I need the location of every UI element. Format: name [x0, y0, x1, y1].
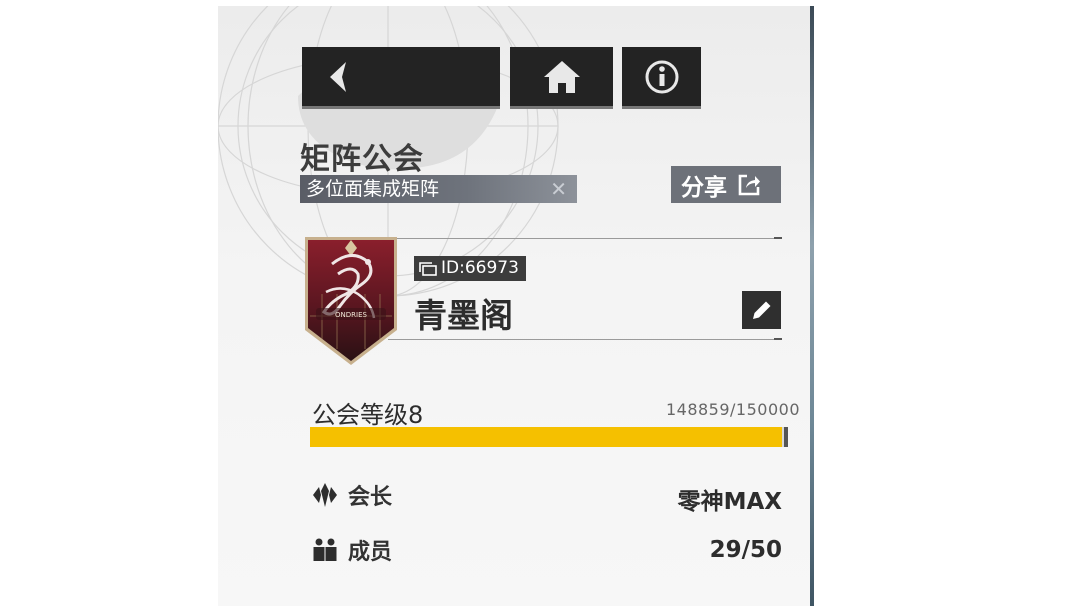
guild-level-label: 公会等级8: [312, 401, 424, 429]
home-icon: [543, 60, 580, 93]
guild-tag-text: 多位面集成矩阵: [306, 178, 440, 200]
progress-end-cap: [784, 427, 788, 447]
guild-exp-progress: [310, 427, 788, 447]
guild-emblem: ONDRIES: [305, 237, 397, 365]
guild-tag: 多位面集成矩阵 ✕: [300, 175, 577, 203]
copy-icon: [419, 261, 437, 276]
share-button[interactable]: 分享: [671, 166, 781, 203]
guild-id-text: ID:66973: [441, 258, 519, 278]
members-label: 成员: [348, 540, 393, 565]
info-button[interactable]: [622, 47, 701, 109]
share-icon: [738, 174, 760, 195]
close-icon: ✕: [550, 177, 567, 201]
divider-bottom: [388, 338, 782, 340]
guild-type-title: 矩阵公会: [300, 142, 424, 177]
emblem-text: ONDRIES: [335, 311, 367, 319]
members-value: 29/50: [709, 537, 782, 563]
leader-icon: [313, 483, 337, 507]
members-icon: [313, 538, 337, 561]
guild-id-badge: ID:66973: [414, 256, 526, 281]
guild-exp-fill: [310, 427, 783, 447]
guild-exp-text: 148859/150000: [665, 400, 800, 419]
back-button[interactable]: [302, 47, 500, 109]
share-label: 分享: [681, 174, 727, 201]
members-row: 成员: [312, 535, 392, 565]
leader-row: 会长: [312, 480, 392, 510]
edit-name-button[interactable]: [742, 291, 781, 329]
guild-info-panel: 矩阵公会 多位面集成矩阵 ✕ 分享 ONDRIES ID:66973 青墨阁 公…: [218, 6, 810, 606]
info-icon: [645, 60, 678, 93]
guild-name: 青墨阁: [414, 296, 513, 335]
leader-value: 零神MAX: [677, 489, 782, 515]
home-button[interactable]: [510, 47, 613, 109]
chevron-left-icon: [330, 61, 346, 92]
leader-label: 会长: [348, 485, 393, 510]
pencil-icon: [752, 299, 772, 319]
divider-top: [388, 237, 782, 239]
right-edge-strip: [810, 6, 814, 606]
